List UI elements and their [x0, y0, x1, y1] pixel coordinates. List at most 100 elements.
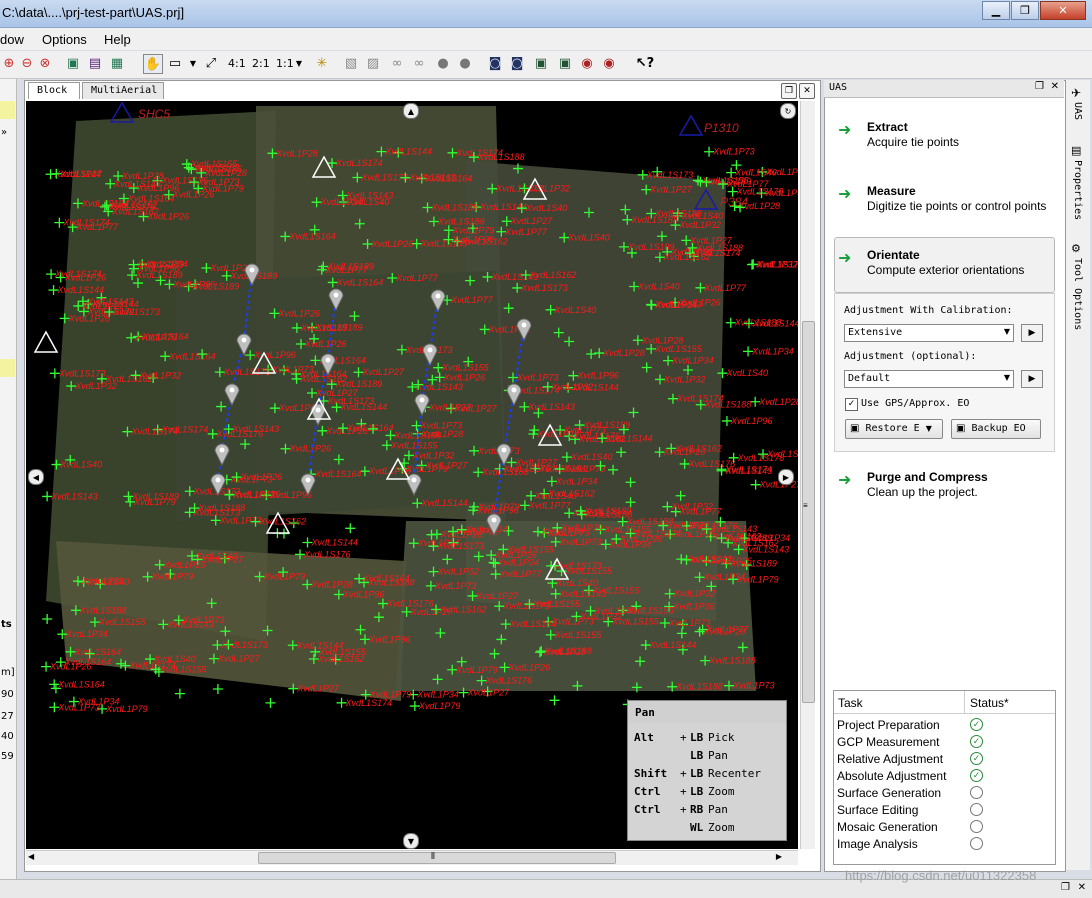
tab-multiaerial[interactable]: MultiAerial [82, 82, 164, 99]
tie-point-label: XvdL1S174 [335, 158, 383, 168]
side-tab-properties[interactable]: Properties [1072, 160, 1083, 220]
view-restore-button[interactable]: ❐ [781, 83, 797, 99]
legend-action: Pick [708, 731, 735, 744]
status-float-icon[interactable]: ❐ [1061, 882, 1070, 893]
go-arrow-icon: ➜ [838, 120, 852, 139]
tie-point: XvdL1S164 [55, 657, 111, 667]
minimize-button[interactable]: ▁ [982, 1, 1010, 20]
adj-opt-select[interactable]: Default ▼ [844, 370, 1014, 388]
side-tab-uas[interactable]: UAS [1072, 102, 1083, 120]
adj-calib-select[interactable]: Extensive ▼ [844, 324, 1014, 342]
overlay-icon[interactable]: ▨ [364, 54, 382, 72]
vertical-scroll-thumb[interactable] [802, 321, 815, 703]
tie-point-label: XvdL1P96 [619, 534, 662, 544]
backup-eo-button[interactable]: ▣ Backup EO [951, 419, 1041, 439]
panel-close-icon[interactable]: ✕ [1051, 81, 1059, 92]
menu-help[interactable]: Help [104, 32, 131, 47]
tie-point: XvdL1S144 [640, 640, 696, 651]
pan-left-icon[interactable]: ◀ [28, 469, 44, 485]
tie-point-label: XvdL1S144 [752, 318, 798, 328]
step-extract[interactable]: ➜ Extract Acquire tie points [838, 120, 1054, 154]
tie-point: XvdL1S155 [545, 630, 602, 640]
monitor-alt-icon[interactable]: ▣ [556, 54, 574, 72]
highlight-icon[interactable]: ✳ [313, 54, 331, 72]
tie-point: XvdL1S188 [385, 430, 441, 440]
tie-point: XvdL1S174 [54, 217, 110, 228]
stereo-icon[interactable]: ▧ [342, 54, 360, 72]
zoom-dropdown-icon[interactable]: ▼ [290, 54, 308, 72]
chevron-down-icon[interactable]: ▼ [184, 54, 202, 72]
step-measure[interactable]: ➜ Measure Digitize tie points or control… [838, 184, 1054, 218]
status-close-icon[interactable]: ✕ [1078, 882, 1086, 893]
grid-icon[interactable]: ▦ [108, 54, 126, 72]
camera-alt-icon[interactable]: ◙ [508, 54, 526, 72]
tab-block[interactable]: Block [28, 82, 80, 99]
scroll-left-arrow-icon[interactable]: ◀ [28, 852, 34, 861]
window-controls: ▁ ❐ ✕ [981, 1, 1086, 20]
tie-point-label: XvdL1S164 [74, 647, 122, 657]
help-pointer-icon[interactable]: ↖? [636, 54, 654, 72]
glasses-alt-icon[interactable]: ∞ [410, 54, 428, 72]
tie-point: XvdL1S143 [733, 544, 789, 554]
run-calib-button[interactable]: ▶ [1021, 324, 1043, 342]
zoom-4-1-button[interactable]: 4:1 [228, 57, 246, 70]
view-close-button[interactable]: ✕ [799, 83, 815, 99]
tie-point-label: XvdL1S189 [131, 491, 179, 501]
sphere-icon[interactable]: ● [434, 54, 452, 72]
pan-up-icon[interactable]: ▲ [403, 103, 419, 119]
window-zoom-icon[interactable]: ▭ [166, 54, 184, 72]
side-tab-tool-options[interactable]: Tool Options [1072, 258, 1083, 330]
step-title: Orientate [867, 248, 920, 262]
gps-checkbox[interactable]: ✓ [845, 398, 858, 411]
horizontal-scroll-thumb[interactable] [258, 852, 616, 864]
monitor-icon[interactable]: ▣ [532, 54, 550, 72]
target-alt-icon[interactable]: ◉ [600, 54, 618, 72]
target-icon[interactable]: ◉ [578, 54, 596, 72]
tie-point: XvdL1S176 [476, 675, 532, 686]
restore-button[interactable]: ❐ [1011, 1, 1039, 20]
zoom-2-1-button[interactable]: 2:1 [252, 57, 270, 70]
zoom-reset-icon[interactable]: ⊗ [36, 54, 54, 72]
glasses-icon[interactable]: ∞ [388, 54, 406, 72]
tie-point-label: XvdL1S174 [62, 218, 110, 228]
pan-right-icon[interactable]: ▶ [778, 469, 794, 485]
camera-icon[interactable]: ◙ [486, 54, 504, 72]
restore-eo-button[interactable]: ▣ Restore E ▼ [845, 419, 943, 439]
tie-point-label: XvdL1P27 [296, 684, 340, 694]
pan-hand-icon[interactable]: ✋ [143, 54, 163, 74]
tie-point [549, 695, 560, 706]
vertical-scrollbar[interactable]: ≡ [800, 101, 815, 849]
menu-options[interactable]: Options [42, 32, 87, 47]
horizontal-scrollbar[interactable]: ◀ ⦀ ▶ [26, 850, 798, 865]
tie-point-label: XvdL1P26 [304, 339, 347, 349]
menu-window[interactable]: dow [0, 32, 24, 47]
tie-point: XvdL1S162 [250, 517, 306, 527]
tie-point-label: XvdL1P77 [499, 569, 543, 579]
select-icon[interactable]: ▣ [64, 54, 82, 72]
run-opt-button[interactable]: ▶ [1021, 370, 1043, 388]
tie-point-label: XvdL1S162 [317, 654, 365, 664]
zoom-in-icon[interactable]: ⊕ [0, 54, 18, 72]
viewport-refresh-icon[interactable]: ↻ [780, 103, 796, 119]
step-purge[interactable]: ➜ Purge and Compress Clean up the projec… [838, 470, 1054, 504]
tie-point-label: XvdL1P28 [310, 579, 353, 589]
ground-point-label-shc5: SHC5 [138, 107, 171, 121]
tie-point-label: XvdL1S155 [603, 524, 652, 534]
scroll-right-arrow-icon[interactable]: ▶ [776, 852, 782, 861]
tie-point-label: XvdL1P77 [450, 295, 494, 305]
panel-float-icon[interactable]: ❐ [1035, 81, 1044, 92]
pan-down-icon[interactable]: ▼ [403, 833, 419, 849]
title-bar: C:\data\....\prj-test-part\UAS.prj] ▁ ❐ … [0, 0, 1092, 28]
fit-extent-icon[interactable]: ⤢ [202, 54, 220, 72]
tie-point-label: XvdL1P32 [527, 183, 570, 193]
step-orientate[interactable]: ➜ Orientate Compute exterior orientation… [838, 248, 1054, 282]
tie-point-label: XvdL1P34 [751, 346, 794, 356]
zoom-out-icon[interactable]: ⊖ [18, 54, 36, 72]
close-window-button[interactable]: ✕ [1040, 1, 1086, 20]
layer-icon[interactable]: ▤ [86, 54, 104, 72]
tie-point-label: XvdL1P27 [510, 216, 554, 226]
left-chevron-icon[interactable]: » [1, 127, 7, 138]
tie-point: XvdL1S144 [376, 146, 432, 157]
sphere-alt-icon[interactable]: ● [456, 54, 474, 72]
tie-point-label: XvdL1P77 [690, 555, 734, 565]
